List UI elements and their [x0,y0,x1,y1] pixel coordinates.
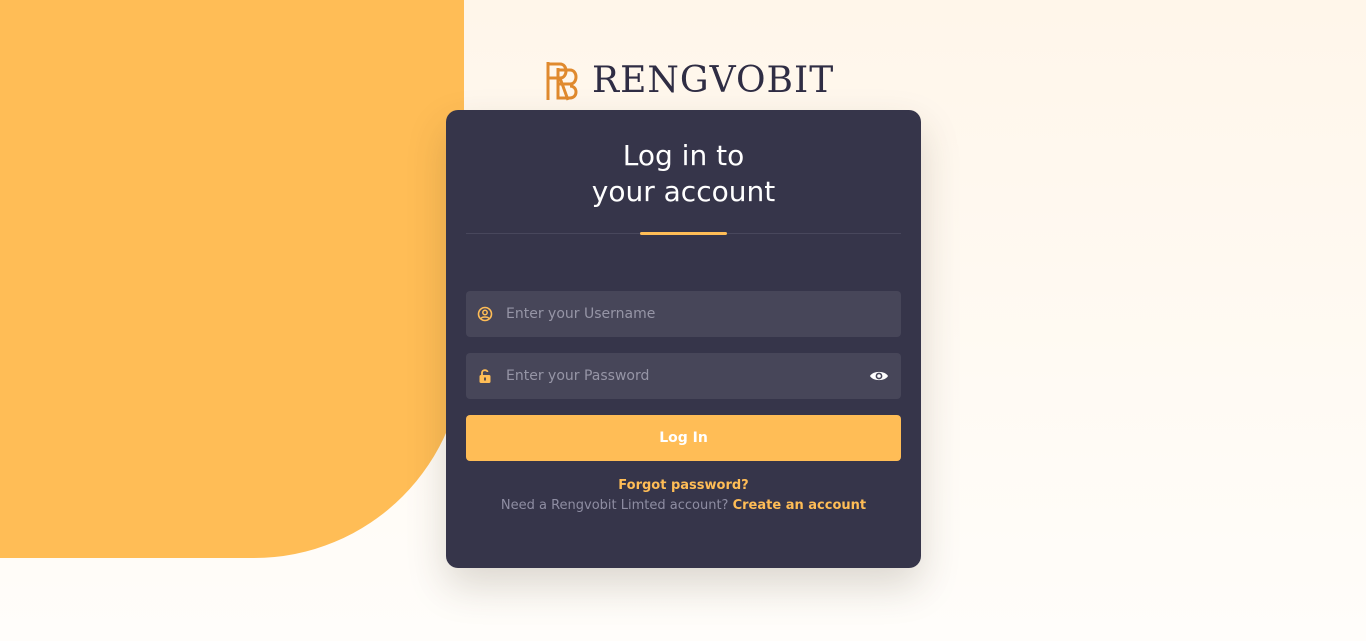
login-button[interactable]: Log In [466,415,901,461]
brand-name: RENGVOBIT [592,60,835,101]
background-shape [0,0,464,558]
unlock-icon [477,368,493,384]
login-title-line1: Log in to [622,139,745,172]
password-field[interactable] [466,353,901,399]
title-divider-accent [640,232,727,235]
login-card: Log in to your account Enter your Userna… [446,110,921,568]
password-input[interactable] [506,353,869,399]
user-circle-icon [477,306,493,322]
rb-monogram-icon [544,60,582,102]
username-input[interactable] [506,291,901,337]
forgot-password-row: Forgot password? [446,478,921,493]
signup-row: Need a Rengvobit Limted account? Create … [446,498,921,513]
username-field[interactable] [466,291,901,337]
login-title: Log in to your account [446,138,921,210]
brand-logo: RENGVOBIT [544,60,834,102]
create-account-link[interactable]: Create an account [733,498,867,513]
login-title-line2: your account [591,175,776,208]
eye-icon[interactable] [869,369,889,383]
forgot-password-link[interactable]: Forgot password? [618,478,748,493]
signup-prompt: Need a Rengvobit Limted account? [500,498,729,513]
